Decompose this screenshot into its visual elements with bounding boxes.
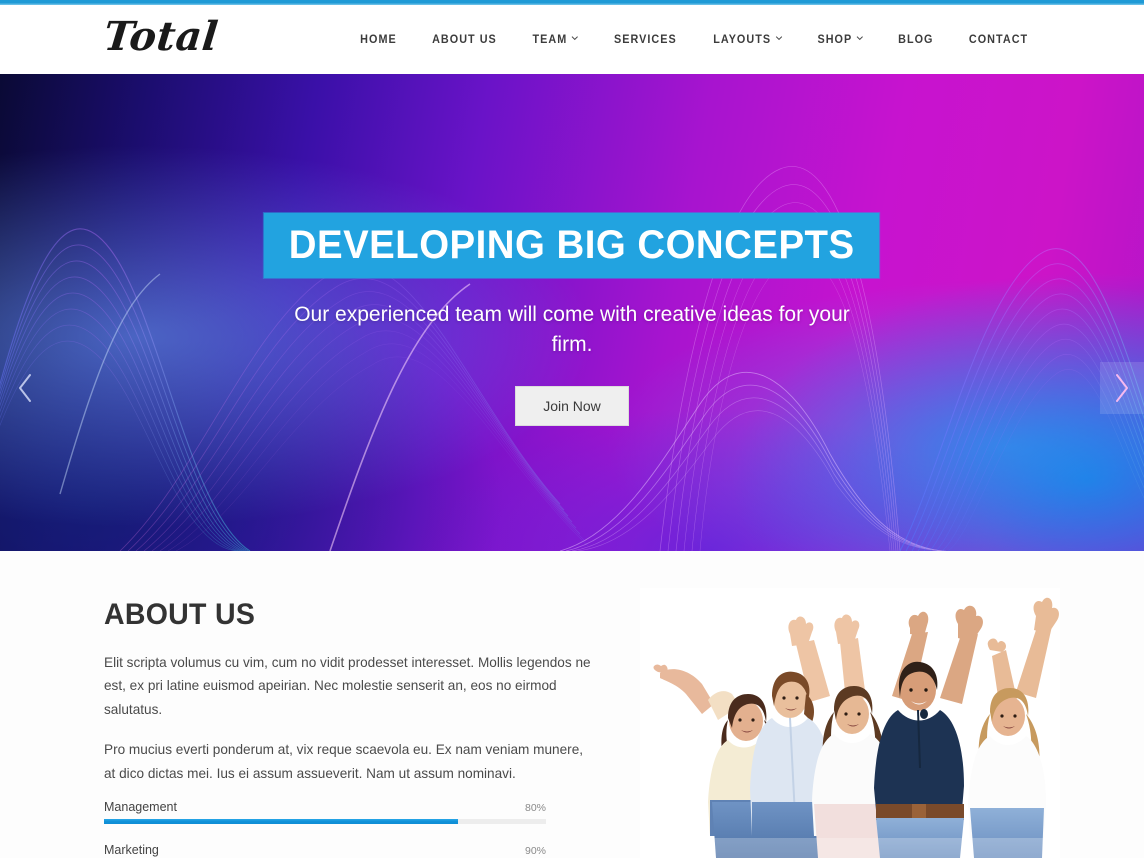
skill-percent: 90% — [524, 845, 546, 858]
chevron-left-icon — [15, 372, 35, 404]
hero-content: DEVELOPING BIG CONCEPTS Our experienced … — [0, 74, 1144, 551]
nav-item-shop[interactable]: SHOP — [803, 34, 879, 46]
chevron-down-icon — [775, 34, 783, 42]
site-header: Total HOME ABOUT US TEAM SERVICES LAYOUT… — [0, 5, 1144, 74]
nav-label: HOME — [360, 33, 397, 46]
nav-item-layouts[interactable]: LAYOUTS — [698, 34, 797, 46]
chevron-down-icon — [571, 34, 579, 42]
chevron-right-icon — [1112, 372, 1132, 404]
skill-item-marketing: Marketing 90% — [104, 843, 546, 858]
nav-item-about-us[interactable]: ABOUT US — [417, 34, 512, 46]
about-section: ABOUT US Elit scripta volumus cu vim, cu… — [0, 551, 1144, 858]
nav-label: ABOUT US — [432, 33, 497, 46]
about-heading: ABOUT US — [104, 598, 256, 631]
slider-prev-button[interactable] — [4, 362, 46, 414]
nav-label: TEAM — [532, 33, 568, 46]
slider-next-button[interactable] — [1100, 362, 1144, 414]
hero-slider: DEVELOPING BIG CONCEPTS Our experienced … — [0, 74, 1144, 551]
join-now-button[interactable]: Join Now — [515, 385, 629, 427]
site-logo[interactable]: Total — [102, 13, 221, 60]
about-paragraph-1: Elit scripta volumus cu vim, cum no vidi… — [104, 655, 591, 717]
skill-label: Marketing — [104, 842, 159, 857]
progress-fill — [104, 818, 458, 824]
about-text-column: ABOUT US Elit scripta volumus cu vim, cu… — [104, 598, 591, 858]
skill-bars: Management 80% Marketing 90% — [104, 800, 546, 858]
nav-label: SHOP — [817, 33, 853, 46]
nav-label: BLOG — [898, 33, 934, 46]
hero-headline: DEVELOPING BIG CONCEPTS — [264, 213, 880, 278]
nav-item-blog[interactable]: BLOG — [883, 34, 948, 46]
chevron-down-icon — [856, 34, 864, 42]
nav-item-services[interactable]: SERVICES — [599, 34, 692, 46]
nav-label: LAYOUTS — [712, 33, 771, 46]
nav-label: CONTACT — [968, 33, 1029, 46]
hero-subtitle: Our experienced team will come with crea… — [294, 303, 850, 356]
page-root: Total HOME ABOUT US TEAM SERVICES LAYOUT… — [0, 0, 1144, 858]
about-image-column — [640, 588, 1060, 858]
nav-item-home[interactable]: HOME — [345, 34, 412, 46]
about-paragraph-2: Pro mucius everti ponderum at, vix reque… — [104, 742, 584, 781]
nav-label: SERVICES — [613, 33, 677, 46]
nav-item-contact[interactable]: CONTACT — [954, 34, 1043, 46]
skill-item-management: Management 80% — [104, 800, 546, 824]
skill-percent: 80% — [524, 802, 546, 815]
progress-track — [104, 818, 546, 824]
team-celebration-photo — [640, 588, 1060, 858]
nav-item-team[interactable]: TEAM — [517, 34, 593, 46]
skill-label: Management — [104, 799, 177, 814]
main-navigation: HOME ABOUT US TEAM SERVICES LAYOUTS SHOP… — [343, 5, 1046, 74]
